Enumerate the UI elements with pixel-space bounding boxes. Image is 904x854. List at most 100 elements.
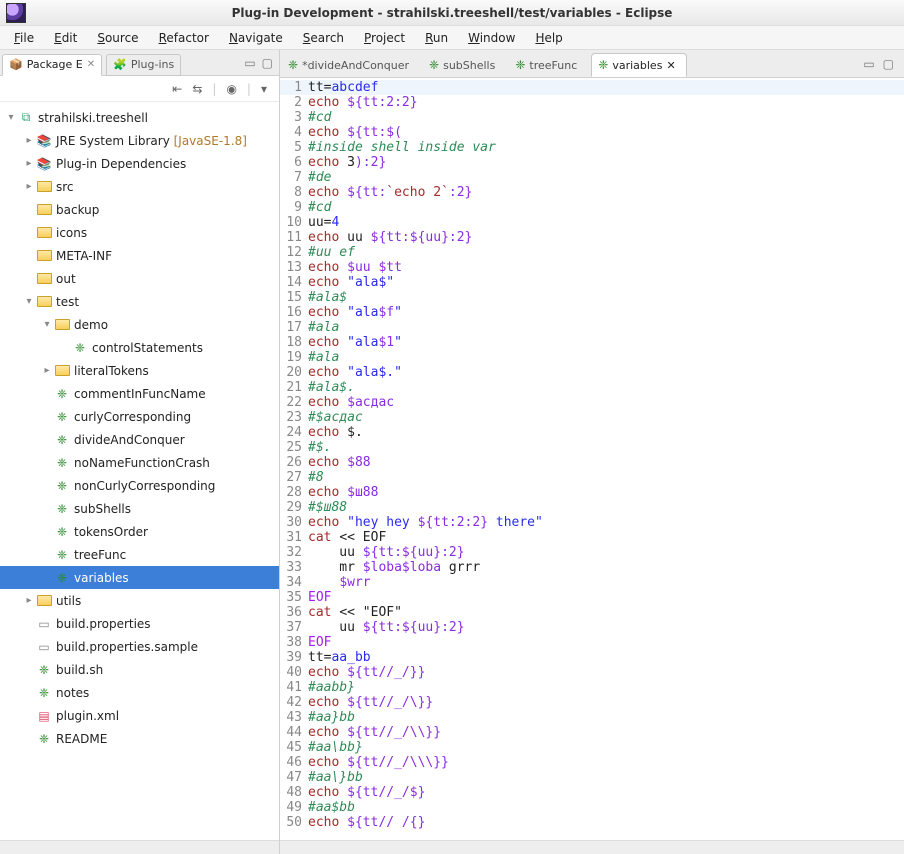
code-line[interactable]: 27#8 bbox=[280, 470, 904, 485]
tree-item-jre-system-library[interactable]: ▸📚JRE System Library [JavaSE-1.8] bbox=[0, 129, 279, 152]
code-line[interactable]: 15#ala$ bbox=[280, 290, 904, 305]
code-line[interactable]: 5#inside shell inside var bbox=[280, 140, 904, 155]
code-line[interactable]: 26echo $88 bbox=[280, 455, 904, 470]
menu-search[interactable]: Search bbox=[293, 29, 354, 47]
tree-item-curlycorresponding[interactable]: ❈curlyCorresponding bbox=[0, 405, 279, 428]
code-line[interactable]: 34 $wrr bbox=[280, 575, 904, 590]
code-line[interactable]: 32 uu ${tt:${uu}:2} bbox=[280, 545, 904, 560]
code-line[interactable]: 45#aa\bb} bbox=[280, 740, 904, 755]
code-line[interactable]: 43#aa}bb bbox=[280, 710, 904, 725]
code-line[interactable]: 10uu=4 bbox=[280, 215, 904, 230]
code-line[interactable]: 19#ala bbox=[280, 350, 904, 365]
tree-item-build-sh[interactable]: ❈build.sh bbox=[0, 658, 279, 681]
tree-item-test[interactable]: ▾test bbox=[0, 290, 279, 313]
code-line[interactable]: 1tt=abcdef bbox=[280, 80, 904, 95]
code-line[interactable]: 30echo "hey hey ${tt:2:2} there" bbox=[280, 515, 904, 530]
code-line[interactable]: 28echo $ш88 bbox=[280, 485, 904, 500]
tree-item-demo[interactable]: ▾demo bbox=[0, 313, 279, 336]
tree-item-readme[interactable]: ❈README bbox=[0, 727, 279, 750]
tree-item-noncurlycorresponding[interactable]: ❈nonCurlyCorresponding bbox=[0, 474, 279, 497]
code-line[interactable]: 8echo ${tt:`echo 2`:2} bbox=[280, 185, 904, 200]
code-line[interactable]: 48echo ${tt//_/$} bbox=[280, 785, 904, 800]
code-line[interactable]: 33 mr $loba$loba grrr bbox=[280, 560, 904, 575]
code-line[interactable]: 22echo $асдас bbox=[280, 395, 904, 410]
code-line[interactable]: 41#aabb} bbox=[280, 680, 904, 695]
tree-item-literaltokens[interactable]: ▸literalTokens bbox=[0, 359, 279, 382]
view-menu-icon[interactable]: ▾ bbox=[261, 82, 267, 96]
view-tab-package-e[interactable]: 📦Package E ✕ bbox=[2, 54, 102, 76]
code-line[interactable]: 25#$. bbox=[280, 440, 904, 455]
tree-item-plugin-xml[interactable]: ▤plugin.xml bbox=[0, 704, 279, 727]
code-line[interactable]: 42echo ${tt//_/\}} bbox=[280, 695, 904, 710]
code-line[interactable]: 35EOF bbox=[280, 590, 904, 605]
code-line[interactable]: 39tt=aa_bb bbox=[280, 650, 904, 665]
menu-project[interactable]: Project bbox=[354, 29, 415, 47]
expander-icon[interactable]: ▸ bbox=[22, 135, 36, 146]
code-line[interactable]: 20echo "ala$." bbox=[280, 365, 904, 380]
expander-icon[interactable]: ▾ bbox=[4, 112, 18, 123]
tree-item-utils[interactable]: ▸utils bbox=[0, 589, 279, 612]
tree-item-plug-in-dependencies[interactable]: ▸📚Plug-in Dependencies bbox=[0, 152, 279, 175]
expander-icon[interactable]: ▸ bbox=[22, 181, 36, 192]
menu-file[interactable]: File bbox=[4, 29, 44, 47]
tree-item-variables[interactable]: ❈variables bbox=[0, 566, 279, 589]
tree-item-commentinfuncname[interactable]: ❈commentInFuncName bbox=[0, 382, 279, 405]
expander-icon[interactable]: ▸ bbox=[22, 158, 36, 169]
tree-item-meta-inf[interactable]: META-INF bbox=[0, 244, 279, 267]
editor-minimize-icon[interactable]: ▭ bbox=[863, 57, 874, 71]
code-line[interactable]: 50echo ${tt// /{} bbox=[280, 815, 904, 830]
code-line[interactable]: 3#cd bbox=[280, 110, 904, 125]
editor-tab-divideandconquer[interactable]: ❈*divideAndConquer bbox=[282, 53, 419, 77]
code-line[interactable]: 4echo ${tt:$( bbox=[280, 125, 904, 140]
view-tab-plug-ins[interactable]: 🧩Plug-ins bbox=[106, 54, 181, 76]
maximize-icon[interactable]: ▢ bbox=[262, 56, 273, 70]
editor-tab-variables[interactable]: ❈variables ✕ bbox=[591, 53, 686, 77]
code-line[interactable]: 46echo ${tt//_/\\\}} bbox=[280, 755, 904, 770]
editor-tab-treefunc[interactable]: ❈treeFunc bbox=[509, 53, 587, 77]
menu-edit[interactable]: Edit bbox=[44, 29, 87, 47]
close-icon[interactable]: ✕ bbox=[87, 59, 95, 70]
collapse-all-icon[interactable]: ⇤ bbox=[172, 82, 182, 96]
code-line[interactable]: 12#uu ef bbox=[280, 245, 904, 260]
code-line[interactable]: 29#$ш88 bbox=[280, 500, 904, 515]
tree-item-subshells[interactable]: ❈subShells bbox=[0, 497, 279, 520]
close-icon[interactable]: ✕ bbox=[666, 59, 675, 72]
code-line[interactable]: 24echo $. bbox=[280, 425, 904, 440]
menu-refactor[interactable]: Refactor bbox=[149, 29, 219, 47]
menu-window[interactable]: Window bbox=[458, 29, 525, 47]
code-line[interactable]: 2echo ${tt:2:2} bbox=[280, 95, 904, 110]
tree-item-treefunc[interactable]: ❈treeFunc bbox=[0, 543, 279, 566]
expander-icon[interactable]: ▾ bbox=[40, 319, 54, 330]
code-line[interactable]: 21#ala$. bbox=[280, 380, 904, 395]
tree-item-out[interactable]: out bbox=[0, 267, 279, 290]
code-line[interactable]: 11echo uu ${tt:${uu}:2} bbox=[280, 230, 904, 245]
code-line[interactable]: 23#$асдас bbox=[280, 410, 904, 425]
code-line[interactable]: 7#de bbox=[280, 170, 904, 185]
code-line[interactable]: 44echo ${tt//_/\\}} bbox=[280, 725, 904, 740]
tree-item-nonamefunctioncrash[interactable]: ❈noNameFunctionCrash bbox=[0, 451, 279, 474]
minimize-icon[interactable]: ▭ bbox=[244, 56, 255, 70]
menu-source[interactable]: Source bbox=[87, 29, 148, 47]
code-line[interactable]: 13echo $uu $tt bbox=[280, 260, 904, 275]
expander-icon[interactable]: ▾ bbox=[22, 296, 36, 307]
expander-icon[interactable]: ▸ bbox=[40, 365, 54, 376]
focus-task-icon[interactable]: ◉ bbox=[226, 82, 236, 96]
code-line[interactable]: 40echo ${tt//_/}} bbox=[280, 665, 904, 680]
code-line[interactable]: 18echo "ala$1" bbox=[280, 335, 904, 350]
expander-icon[interactable]: ▸ bbox=[22, 595, 36, 606]
code-line[interactable]: 16echo "ala$f" bbox=[280, 305, 904, 320]
code-line[interactable]: 37 uu ${tt:${uu}:2} bbox=[280, 620, 904, 635]
tree-item-controlstatements[interactable]: ❈controlStatements bbox=[0, 336, 279, 359]
code-line[interactable]: 38EOF bbox=[280, 635, 904, 650]
tree-item-notes[interactable]: ❈notes bbox=[0, 681, 279, 704]
code-line[interactable]: 14echo "ala$" bbox=[280, 275, 904, 290]
tree-horizontal-scrollbar[interactable] bbox=[0, 840, 279, 854]
menu-help[interactable]: Help bbox=[525, 29, 572, 47]
menu-navigate[interactable]: Navigate bbox=[219, 29, 293, 47]
code-line[interactable]: 9#cd bbox=[280, 200, 904, 215]
tree-item-divideandconquer[interactable]: ❈divideAndConquer bbox=[0, 428, 279, 451]
code-line[interactable]: 17#ala bbox=[280, 320, 904, 335]
tree-item-icons[interactable]: icons bbox=[0, 221, 279, 244]
editor-maximize-icon[interactable]: ▢ bbox=[883, 57, 894, 71]
tree-item-build-properties-sample[interactable]: ▭build.properties.sample bbox=[0, 635, 279, 658]
